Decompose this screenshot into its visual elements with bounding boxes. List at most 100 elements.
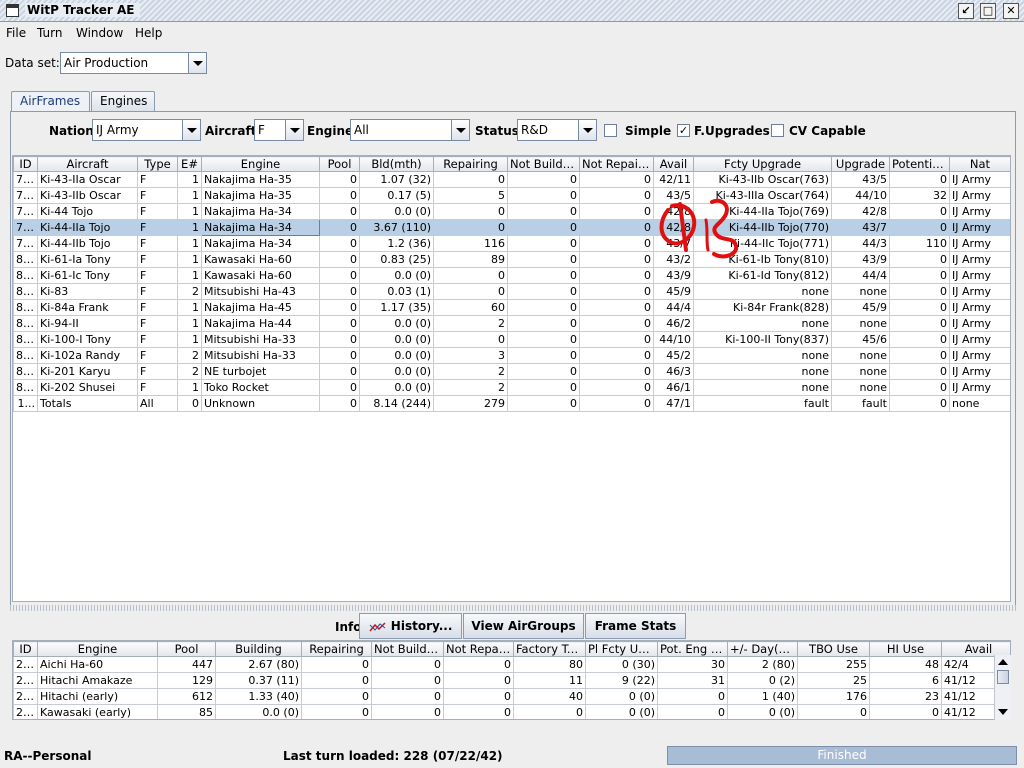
column-header[interactable]: HI Use [869,641,942,657]
aircraft-select[interactable]: F [254,119,304,141]
column-header[interactable]: Aircraft [37,156,138,172]
table-cell: 0.0 (0) [359,315,434,332]
column-header[interactable]: Not Repairi... [443,641,514,657]
table-cell: 2 [177,283,202,300]
column-header[interactable]: Pot. Eng U... [657,641,728,657]
table-row[interactable]: 838 Ki-102a Randy F 2 Mitsubishi Ha-33 0 0.0 (… [13,347,1010,364]
table-cell: 44/10 [653,331,694,348]
table-row[interactable]: 240 Kawasaki (early) 85 0.0 (0) 0 0 0 0 0 (0) 0 0 … [13,704,1010,719]
chevron-down-icon[interactable] [451,120,469,140]
column-header[interactable]: Avail [653,156,694,172]
column-header[interactable]: Engine [201,156,320,172]
column-header[interactable]: Type [137,156,178,172]
simple-checkbox[interactable] [604,124,617,137]
table-cell: Nakajima Ha-34 [201,219,320,236]
table-row[interactable]: 238 Hitachi Amakaze 129 0.37 (11) 0 0 0 11 9 (22… [13,672,1010,689]
column-header[interactable]: Potential... [889,156,950,172]
column-header[interactable]: Not Building [371,641,444,657]
maximize-icon[interactable]: □ [980,3,996,19]
menu-turn[interactable]: Turn [37,26,62,40]
tab-airframes[interactable]: AirFrames [11,91,90,112]
table-row[interactable]: 849 Ki-202 Shusei F 1 Toko Rocket 0 0.0 (0) 2 0 0… [13,379,1010,396]
column-header[interactable]: Fcty Upgrade [693,156,832,172]
table-cell: F [137,187,178,204]
table-row[interactable]: 239 Hitachi (early) 612 1.33 (40) 0 0 0 40 0 (0)… [13,688,1010,705]
column-header[interactable]: Engine [37,641,158,657]
menu-help[interactable]: Help [135,26,162,40]
column-header[interactable]: Pool [319,156,360,172]
minimize-icon[interactable]: ↙ [958,3,974,19]
table-row[interactable]: 825 Ki-84a Frank F 1 Nakajima Ha-45 0 1.17 (35… [13,299,1010,316]
column-header[interactable]: Bld(mth) [359,156,434,172]
nation-select[interactable]: IJ Army [92,119,201,141]
table-row[interactable]: 762 Ki-43-IIa Oscar F 1 Nakajima Ha-35 0 1.07 … [13,171,1010,188]
column-header[interactable]: ID [13,641,38,657]
table-row[interactable]: 824 Ki-83 F 2 Mitsubishi Ha-43 0 0.03 (1) 0 0 0 45… [13,283,1010,300]
column-header[interactable]: E# [177,156,202,172]
column-header[interactable]: Repairing [433,156,508,172]
table-row[interactable]: 832 Ki-94-II F 1 Nakajima Ha-44 0 0.0 (0) 2 0 0 46… [13,315,1010,332]
table-cell: 0 [301,672,372,689]
cv-capable-checkbox[interactable] [771,124,784,137]
status-select[interactable]: R&D [517,119,597,141]
table-row[interactable]: 848 Ki-201 Karyu F 2 NE turbojet 0 0.0 (0) 2 0 0 4… [13,363,1010,380]
table-row[interactable]: 770 Ki-44-IIb Tojo F 1 Nakajima Ha-34 0 1.2 (3… [13,235,1010,252]
table-cell: IJ Army [949,235,1010,252]
column-header[interactable]: Factory Total [513,641,586,657]
column-header[interactable]: Not Building [507,156,580,172]
column-header[interactable]: TBO Use [797,641,870,657]
frame-stats-button[interactable]: Frame Stats [585,613,686,639]
table-cell: 85 [157,704,216,719]
table-cell: 1.33 (40) [215,688,302,705]
view-airgroups-button[interactable]: View AirGroups [463,613,584,639]
column-header[interactable]: Pool [157,641,216,657]
table-cell: 0.03 (1) [359,283,434,300]
table-row[interactable]: 809 Ki-61-Ia Tony F 1 Kawasaki Ha-60 0 0.83 (2… [13,251,1010,268]
engines-table-area[interactable]: ID Engine Pool Building Repairing Not Buildin… [12,640,1011,720]
column-header[interactable]: Not Repairi... [579,156,654,172]
column-header[interactable]: +/- Day(Mth) [727,641,798,657]
table-cell: none [693,363,832,380]
chevron-down-icon[interactable] [188,53,206,73]
table-cell: 0 [579,267,654,284]
status-progress-bar: Finished [667,746,1017,765]
table-cell: 0 [579,235,654,252]
scroll-thumb[interactable] [997,670,1009,684]
table-cell: Nakajima Ha-44 [201,315,320,332]
table-row[interactable]: 1... Totals All 0 Unknown 0 8.14 (244) 279 0 0 47/… [13,395,1010,412]
table-row[interactable]: 769 Ki-44-IIa Tojo F 1 Nakajima Ha-34 0 3.67 (… [13,219,1010,236]
table-cell: 0 [319,379,360,396]
column-header[interactable]: Building [215,641,302,657]
table-row[interactable]: 768 Ki-44 Tojo F 1 Nakajima Ha-34 0 0.0 (0) 0 0 0… [13,203,1010,220]
column-header[interactable]: Pl Fcty Use... [585,641,658,657]
engines-vertical-scrollbar[interactable] [994,655,1011,720]
chevron-down-icon[interactable] [578,120,596,140]
tab-engines[interactable]: Engines [91,91,155,111]
scroll-down-icon[interactable] [998,709,1008,715]
table-cell: 110 [889,235,950,252]
history-button[interactable]: History... [359,613,462,639]
table-cell: Ki-100-I Tony [37,331,138,348]
close-icon[interactable]: ✕ [1003,3,1019,19]
table-cell: fault [693,395,832,412]
column-header[interactable]: Nat [949,156,1010,172]
table-row[interactable]: 836 Ki-100-I Tony F 1 Mitsubishi Ha-33 0 0.0 (… [13,331,1010,348]
menu-window[interactable]: Window [76,26,123,40]
chevron-down-icon[interactable] [285,120,303,140]
column-header[interactable]: Upgrade [831,156,890,172]
column-header[interactable]: Repairing [301,641,372,657]
engine-select[interactable]: All [350,119,470,141]
scroll-up-icon[interactable] [998,659,1008,665]
table-row[interactable]: 811 Ki-61-Ic Tony F 1 Kawasaki Ha-60 0 0.0 (0)… [13,267,1010,284]
dataset-select[interactable]: Air Production [60,52,207,74]
table-row[interactable]: 763 Ki-43-IIb Oscar F 1 Nakajima Ha-35 0 0.17 … [13,187,1010,204]
airframes-table-area[interactable]: ID Aircraft Type E# Engine Pool Bld(mth) Repair… [12,155,1011,602]
table-cell: 42/8 [653,219,694,236]
splitter-handle[interactable] [10,605,1016,611]
table-row[interactable]: 237 Aichi Ha-60 447 2.67 (80) 0 0 0 80 0 (30) 30 2… [13,656,1010,673]
fupgrades-checkbox[interactable]: ✓ [677,124,690,137]
menu-file[interactable]: File [6,26,26,40]
chevron-down-icon[interactable] [182,120,200,140]
table-cell: Unknown [201,395,320,412]
column-header[interactable]: ID [13,156,38,172]
